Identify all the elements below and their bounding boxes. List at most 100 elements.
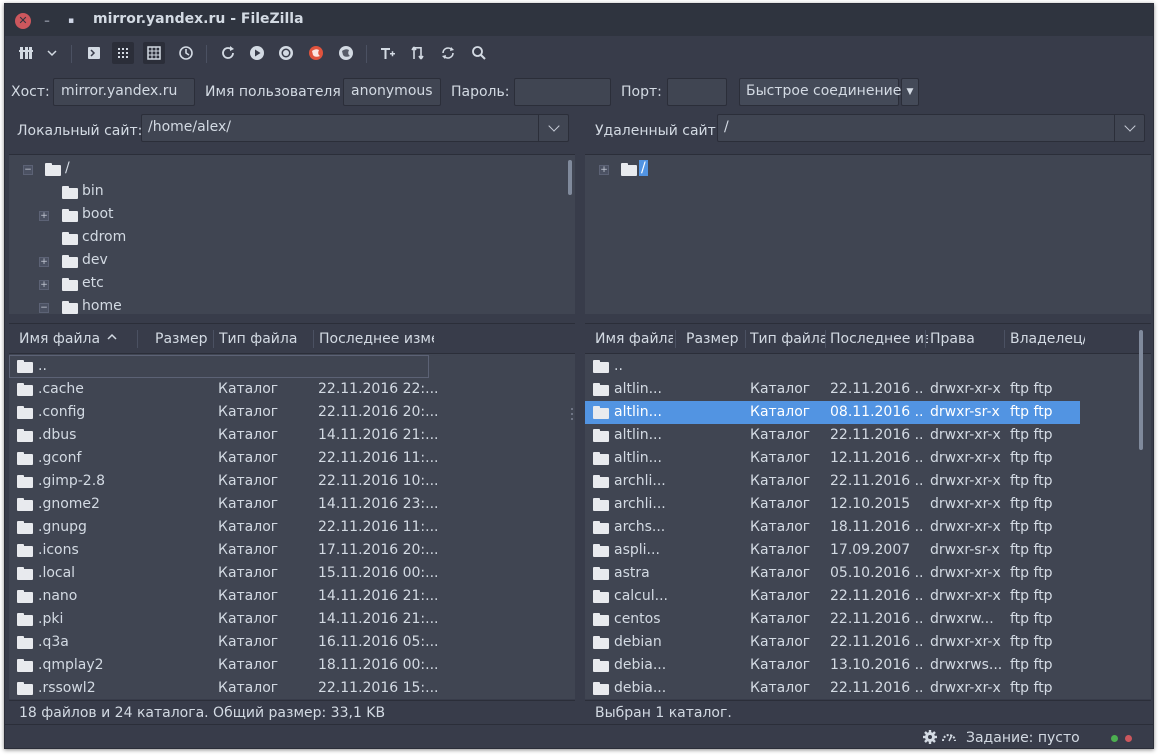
table-row[interactable]: .qmplay2 Каталог 18.11.2016 00:... (9, 654, 575, 677)
tree-expander[interactable]: + (39, 211, 49, 221)
sync-browse-icon[interactable] (437, 42, 459, 64)
local-tree-scrollbar[interactable] (568, 160, 572, 195)
table-row[interactable]: .q3a Каталог 16.11.2016 05:... (9, 631, 575, 654)
table-row[interactable]: aspli... Каталог 17.09.2007 drwxr-sr-x ftp f… (585, 539, 1080, 562)
remote-list-scrollbar[interactable] (1139, 330, 1143, 450)
table-row[interactable]: astra Каталог 05.10.2016 ... drwxr-xr-x ftp … (585, 562, 1080, 585)
column-permissions[interactable]: Права (930, 331, 1000, 347)
table-row[interactable]: .. (9, 355, 429, 378)
local-path-combo[interactable]: /home/alex/ (141, 114, 569, 142)
process-queue-icon[interactable] (246, 42, 268, 64)
tree-node[interactable]: bin (9, 181, 575, 204)
tree-node[interactable]: cdrom (9, 227, 575, 250)
table-row[interactable]: .dbus Каталог 14.11.2016 21:... (9, 424, 575, 447)
close-window-button[interactable]: ✕ (15, 13, 31, 29)
table-row[interactable]: .gconf Каталог 22.11.2016 11:... (9, 447, 575, 470)
sort-ascending-icon[interactable] (106, 331, 118, 347)
table-row[interactable]: .cache Каталог 22.11.2016 22:... (9, 378, 575, 401)
remote-path-combo[interactable]: / (717, 114, 1145, 142)
transfer-queue-icon[interactable] (175, 42, 197, 64)
table-row[interactable]: .. (585, 355, 1080, 378)
column-owner[interactable]: Владелец/ (1010, 331, 1085, 347)
file-date: 22.11.2016 ... (830, 588, 922, 604)
tree-expander[interactable]: + (39, 280, 49, 290)
tree-node[interactable]: + boot (9, 204, 575, 227)
table-row[interactable]: centos Каталог 22.11.2016 ... drwxrw... ftp … (585, 608, 1080, 631)
column-size[interactable]: Размер (686, 331, 746, 347)
chevron-down-icon[interactable] (41, 42, 63, 64)
table-row[interactable]: .icons Каталог 17.11.2016 20:... (9, 539, 575, 562)
host-input[interactable]: mirror.yandex.ru (53, 78, 195, 106)
column-modified[interactable]: Последнее изме (319, 331, 434, 347)
filter-icon[interactable] (377, 42, 399, 64)
reconnect-icon[interactable] (335, 42, 357, 64)
table-row[interactable]: archs... Каталог 18.11.2016 ... drwxr-xr-x f… (585, 516, 1080, 539)
table-row[interactable]: .gnupg Каталог 22.11.2016 11:... (9, 516, 575, 539)
table-row[interactable]: archli... Каталог 22.11.2016 ... drwxr-xr-x… (585, 470, 1080, 493)
tree-expander[interactable]: + (599, 165, 609, 175)
speed-limit-icon[interactable] (941, 729, 957, 745)
table-row[interactable]: debian Каталог 22.11.2016 ... drwxr-xr-x ftp… (585, 631, 1080, 654)
window-title: mirror.yandex.ru - FileZilla (93, 11, 304, 27)
column-filetype[interactable]: Тип файла (219, 331, 309, 347)
local-tree-icon[interactable] (112, 42, 134, 64)
port-input[interactable] (667, 78, 727, 106)
table-row[interactable]: debia... Каталог 13.10.2016 ... drwxrws... f… (585, 654, 1080, 677)
table-row[interactable]: archli... Каталог 12.10.2015 drwxr-xr-x ftp … (585, 493, 1080, 516)
tree-expander[interactable]: − (23, 165, 33, 175)
gear-icon[interactable] (922, 729, 938, 745)
chevron-down-icon[interactable] (538, 115, 568, 141)
file-type: Каталог (218, 611, 279, 627)
quickconnect-button[interactable]: Быстрое соединение (739, 78, 901, 106)
tree-node[interactable]: + etc (9, 273, 575, 296)
folder-icon (17, 590, 33, 603)
tree-expander[interactable]: + (39, 257, 49, 267)
splitter-handle[interactable] (287, 317, 301, 328)
table-row[interactable]: altlin... Каталог 22.11.2016 ... drwxr-xr-x… (585, 378, 1080, 401)
tree-expander[interactable]: − (39, 303, 49, 313)
table-row[interactable]: .nano Каталог 14.11.2016 21:... (9, 585, 575, 608)
splitter-handle[interactable] (863, 317, 877, 328)
table-row[interactable]: .pki Каталог 14.11.2016 21:... (9, 608, 575, 631)
tree-node[interactable]: + / (585, 158, 1151, 181)
table-row[interactable]: .gnome2 Каталог 14.11.2016 23:... (9, 493, 575, 516)
table-row[interactable]: .config Каталог 22.11.2016 20:... (9, 401, 575, 424)
password-input[interactable] (514, 78, 611, 106)
table-row[interactable]: .rssowl2 Каталог 22.11.2016 15:... (9, 677, 575, 699)
table-row[interactable]: debia... Каталог 22.11.2016 ... drwxr-xr-x f… (585, 677, 1080, 699)
column-filetype[interactable]: Тип файла (750, 331, 825, 347)
search-icon[interactable] (468, 42, 490, 64)
splitter-handle[interactable] (570, 407, 574, 421)
table-row[interactable]: .local Каталог 15.11.2016 00:... (9, 562, 575, 585)
column-modified[interactable]: Последнее из (830, 331, 928, 347)
disconnect-icon[interactable] (305, 42, 327, 64)
message-log-icon[interactable] (83, 42, 105, 64)
table-row[interactable]: calcul... Каталог 22.11.2016 ... drwxr-xr-x… (585, 585, 1080, 608)
column-filename[interactable]: Имя файла (19, 331, 104, 347)
tree-node[interactable]: − home (9, 296, 575, 314)
table-row[interactable]: .gimp-2.8 Каталог 22.11.2016 10:... (9, 470, 575, 493)
tree-node[interactable]: − / (9, 158, 575, 181)
file-name: archli... (614, 473, 666, 489)
remote-tree-icon[interactable] (143, 42, 165, 64)
chevron-down-icon[interactable] (1114, 115, 1144, 141)
minimize-window-button[interactable]: – (39, 13, 55, 29)
table-row[interactable]: altlin... Каталог 08.11.2016 ... drwxr-sr-x… (585, 401, 1080, 424)
refresh-icon[interactable] (217, 42, 239, 64)
column-size[interactable]: Размер (155, 331, 213, 347)
maximize-window-button[interactable]: ▪ (63, 13, 79, 29)
quickconnect-dropdown-button[interactable]: ▼ (901, 78, 919, 106)
table-row[interactable]: altlin... Каталог 12.11.2016 ... drwxr-xr-x… (585, 447, 1080, 470)
tree-node[interactable]: + dev (9, 250, 575, 273)
file-type: Каталог (218, 680, 279, 696)
folder-icon (593, 406, 609, 419)
site-manager-icon[interactable] (15, 42, 37, 64)
file-owner: ftp ftp (1010, 611, 1053, 627)
table-row[interactable]: altlin... Каталог 22.11.2016 ... drwxr-xr-x… (585, 424, 1080, 447)
cancel-icon[interactable] (275, 42, 297, 64)
username-input[interactable]: anonymous (343, 78, 441, 106)
compare-icon[interactable] (407, 42, 429, 64)
file-modified: 16.11.2016 05:... (318, 634, 438, 650)
column-filename[interactable]: Имя файла (595, 331, 673, 347)
folder-icon (62, 255, 78, 268)
